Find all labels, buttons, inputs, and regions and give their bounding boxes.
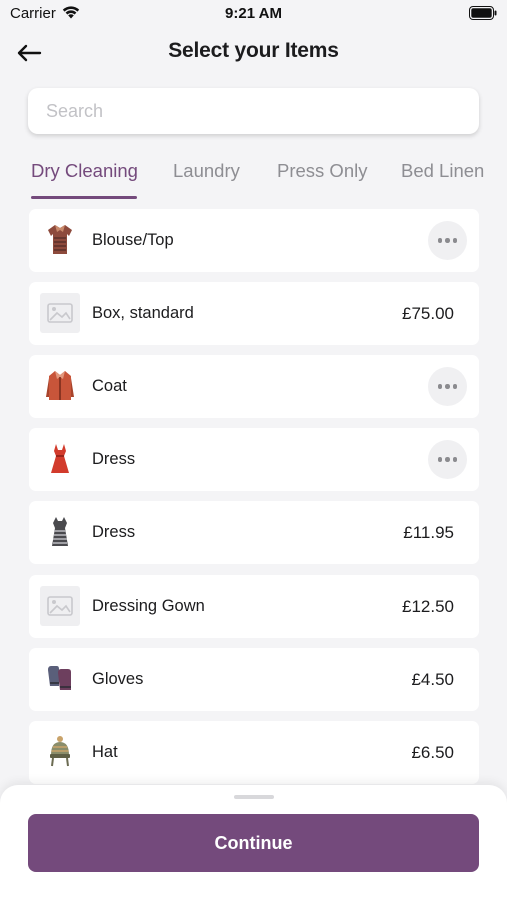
more-options-button[interactable] — [428, 367, 467, 406]
item-price: £6.50 — [411, 743, 454, 762]
more-dots-icon — [437, 457, 443, 462]
hat-icon — [40, 732, 80, 772]
page-title: Select your Items — [168, 39, 339, 62]
active-tab-indicator — [31, 196, 137, 199]
list-item[interactable]: Box, standard £75.00 — [29, 282, 479, 345]
more-options-button[interactable] — [428, 440, 467, 479]
tab-bed-linen[interactable]: Bed Linen — [401, 160, 484, 182]
status-time: 9:21 AM — [225, 5, 282, 22]
search-input[interactable] — [28, 88, 479, 134]
dress-striped-icon — [40, 512, 80, 552]
sheet-drag-handle[interactable] — [234, 795, 274, 799]
item-name: Dressing Gown — [92, 597, 205, 615]
tab-laundry[interactable]: Laundry — [173, 160, 240, 182]
gloves-icon — [40, 659, 80, 699]
list-item[interactable]: Dress — [29, 428, 479, 491]
battery-icon — [469, 6, 497, 20]
item-name: Dress — [92, 450, 136, 468]
bottom-sheet: Continue — [0, 785, 507, 900]
more-dots-icon — [437, 238, 443, 243]
item-price: £12.50 — [402, 597, 454, 616]
category-tabs: Dry Cleaning Laundry Press Only Bed Line… — [0, 152, 507, 200]
item-price: £11.95 — [403, 523, 454, 542]
item-name: Blouse/Top — [92, 231, 174, 249]
more-dots-icon — [437, 384, 443, 389]
list-item[interactable]: Blouse/Top — [29, 209, 479, 272]
tab-dry-cleaning[interactable]: Dry Cleaning — [31, 160, 138, 182]
item-price: £75.00 — [402, 304, 454, 323]
image-placeholder-icon — [40, 586, 80, 626]
list-item[interactable]: Hat £6.50 — [29, 721, 479, 784]
list-item[interactable]: Coat — [29, 355, 479, 418]
item-name: Coat — [92, 377, 127, 395]
item-name: Box, standard — [92, 304, 194, 322]
item-name: Gloves — [92, 670, 144, 688]
more-options-button[interactable] — [428, 221, 467, 260]
coat-icon — [40, 366, 80, 406]
item-name: Hat — [92, 743, 118, 761]
search-box[interactable] — [28, 88, 479, 134]
image-placeholder-icon — [40, 293, 80, 333]
item-name: Dress — [92, 523, 136, 541]
tab-press-only[interactable]: Press Only — [277, 160, 367, 182]
continue-button[interactable]: Continue — [28, 814, 479, 872]
list-item[interactable]: Dress £11.95 — [29, 501, 479, 564]
blouse-icon — [40, 220, 80, 260]
item-price: £4.50 — [411, 670, 454, 689]
list-item[interactable]: Dressing Gown £12.50 — [29, 575, 479, 638]
dress-icon — [40, 439, 80, 479]
list-item[interactable]: Gloves £4.50 — [29, 648, 479, 711]
status-bar: Carrier 9:21 AM — [0, 0, 507, 28]
